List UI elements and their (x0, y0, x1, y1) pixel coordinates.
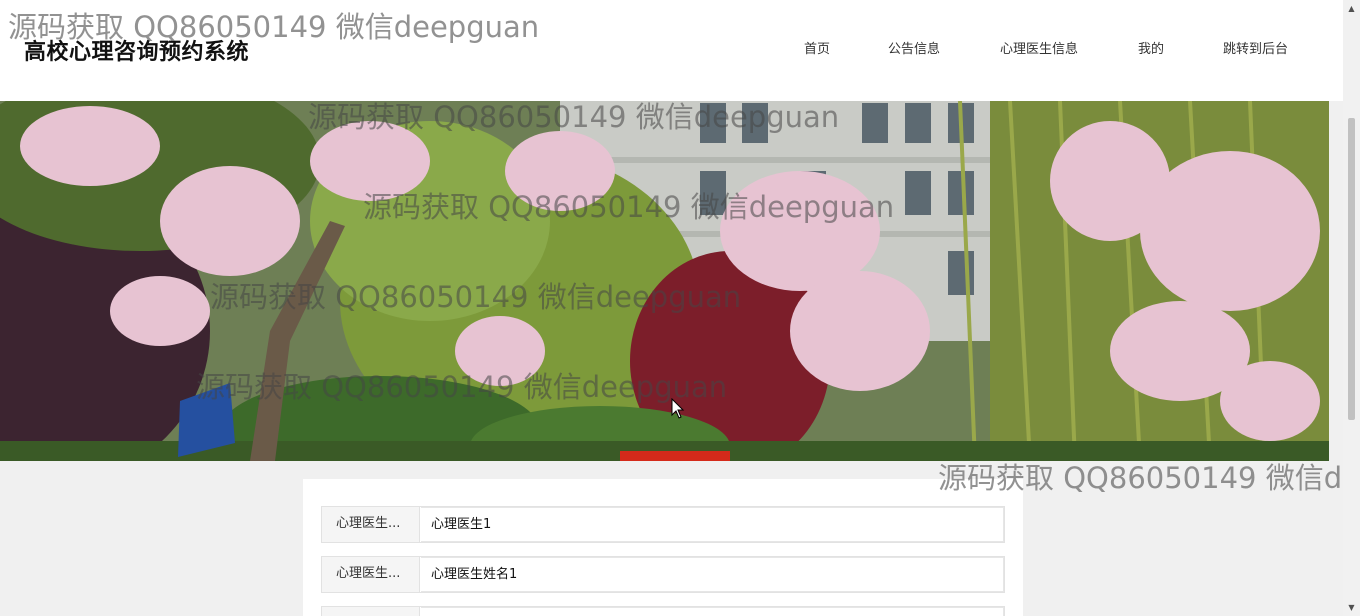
detail-label-next (322, 607, 420, 616)
detail-row-name: 心理医生... 心理医生姓名1 (321, 556, 1005, 593)
vertical-scrollbar[interactable]: ▲ ▼ (1343, 0, 1360, 616)
detail-label-account: 心理医生... (322, 507, 420, 542)
detail-value-account: 心理医生1 (421, 507, 1004, 542)
detail-row-account: 心理医生... 心理医生1 (321, 506, 1005, 543)
banner-image (0, 101, 1329, 461)
detail-row-next (321, 606, 1005, 616)
site-header: 高校心理咨询预约系统 首页 公告信息 心理医生信息 我的 跳转到后台 (0, 0, 1343, 101)
main-nav: 首页 公告信息 心理医生信息 我的 跳转到后台 (0, 38, 1343, 58)
detail-value-next (421, 607, 1004, 616)
scroll-up-arrow-icon[interactable]: ▲ (1343, 0, 1360, 17)
mouse-cursor-icon (671, 398, 685, 419)
detail-value-name: 心理医生姓名1 (421, 557, 1004, 592)
page: 高校心理咨询预约系统 首页 公告信息 心理医生信息 我的 跳转到后台 心理医生.… (0, 0, 1343, 616)
nav-my[interactable]: 我的 (1138, 38, 1164, 57)
detail-label-name: 心理医生... (322, 557, 420, 592)
nav-doctors[interactable]: 心理医生信息 (1000, 38, 1078, 57)
scrollbar-thumb[interactable] (1348, 118, 1355, 420)
nav-admin[interactable]: 跳转到后台 (1223, 38, 1288, 57)
scroll-down-arrow-icon[interactable]: ▼ (1343, 599, 1360, 616)
doctor-detail-card: 心理医生... 心理医生1 心理医生... 心理医生姓名1 (303, 479, 1023, 616)
nav-home[interactable]: 首页 (804, 38, 830, 57)
nav-announcements[interactable]: 公告信息 (888, 38, 940, 57)
